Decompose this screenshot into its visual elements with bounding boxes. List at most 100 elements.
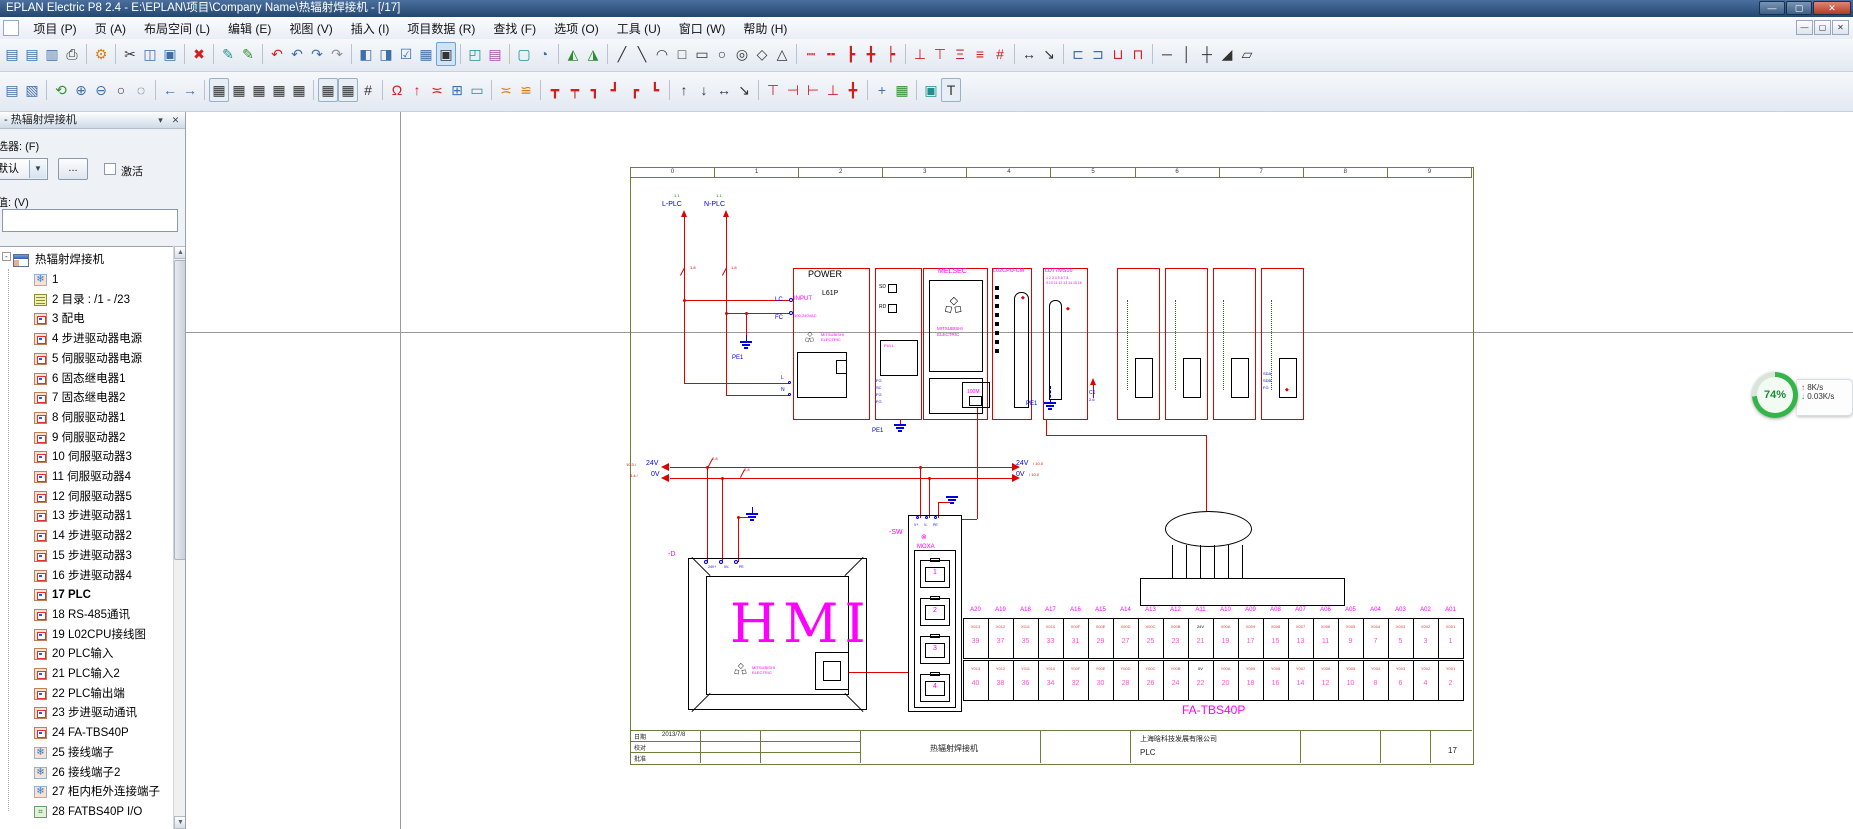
panel-collapse-icon[interactable]: ▾ — [154, 114, 167, 127]
tree-item-17[interactable]: 17 PLC — [0, 586, 172, 605]
chevron-down-icon[interactable]: ▼ — [29, 160, 46, 178]
panel-header[interactable]: - 热辐射焊接机 ▾ ✕ — [0, 112, 185, 129]
menu-item-1[interactable]: 项目 (P) — [24, 17, 85, 39]
filter-combobox[interactable]: 默认 ▼ — [0, 158, 48, 180]
value-input[interactable] — [2, 209, 178, 232]
tb2-icon-36[interactable]: ┏ — [625, 78, 645, 102]
tb1-icon-55[interactable]: Ξ — [950, 42, 970, 66]
tree-item-20[interactable]: 20 PLC输入 — [0, 645, 172, 664]
menu-item-4[interactable]: 编辑 (E) — [219, 17, 280, 39]
tb1-icon-6[interactable]: ⚙ — [91, 42, 111, 66]
tb1-icon-20[interactable]: ↷ — [327, 42, 347, 66]
tb1-icon-34[interactable]: ◭ — [563, 42, 583, 66]
tree-item-15[interactable]: 15 步进驱动器3 — [0, 547, 172, 566]
tb1-icon-60[interactable]: ↘ — [1039, 42, 1059, 66]
tree-item-9[interactable]: 9 伺服驱动器2 — [0, 429, 172, 448]
tree-item-14[interactable]: 14 步进驱动器2 — [0, 527, 172, 546]
tb2-icon-37[interactable]: ┗ — [645, 78, 665, 102]
tb2-icon-7[interactable]: ○ — [111, 78, 131, 102]
tb1-icon-47[interactable]: ┉ — [801, 42, 821, 66]
tb2-icon-54[interactable]: T — [941, 78, 961, 102]
tb1-icon-43[interactable]: ◎ — [732, 42, 752, 66]
tb1-icon-40[interactable]: □ — [672, 42, 692, 66]
tree-item-26[interactable]: ❄26 接线端子2 — [0, 764, 172, 783]
mdi-close-button[interactable]: ✕ — [1832, 20, 1849, 35]
tree-item-4[interactable]: 4 步进驱动器电源 — [0, 330, 172, 349]
page-tree[interactable]: 热辐射焊接机-❄12 目录 : /1 - /233 配电4 步进驱动器电源5 伺… — [0, 246, 186, 829]
tree-item-6[interactable]: 6 固态继电器1 — [0, 370, 172, 389]
tb1-icon-10[interactable]: ▣ — [160, 42, 180, 66]
tb1-icon-9[interactable]: ◫ — [140, 42, 160, 66]
tree-item-22[interactable]: 22 PLC输出端 — [0, 685, 172, 704]
tb2-icon-47[interactable]: ⊥ — [823, 78, 843, 102]
tree-item-12[interactable]: 12 伺服驱动器5 — [0, 488, 172, 507]
tb1-icon-57[interactable]: # — [990, 42, 1010, 66]
tree-item-10[interactable]: 10 伺服驱动器3 — [0, 448, 172, 467]
tree-item-27[interactable]: ❄27 柜内柜外连接端子 — [0, 783, 172, 802]
activate-checkbox[interactable] — [104, 163, 116, 175]
tb1-icon-38[interactable]: ╲ — [632, 42, 652, 66]
tb1-icon-50[interactable]: ╋ — [861, 42, 881, 66]
tb2-icon-6[interactable]: ⊖ — [91, 78, 111, 102]
tb1-icon-24[interactable]: ☑ — [396, 42, 416, 66]
tb2-icon-10[interactable]: ← — [160, 78, 180, 102]
tb2-icon-32[interactable]: ┳ — [545, 78, 565, 102]
tree-item-7[interactable]: 7 固态继电器2 — [0, 389, 172, 408]
tb2-icon-23[interactable]: Ω — [387, 78, 407, 102]
tb2-icon-5[interactable]: ⊕ — [71, 78, 91, 102]
tb1-icon-69[interactable]: ┼ — [1197, 42, 1217, 66]
tb1-icon-12[interactable]: ✖ — [189, 42, 209, 66]
tb1-icon-2[interactable]: ▤ — [22, 42, 42, 66]
tb1-icon-49[interactable]: ┣ — [841, 42, 861, 66]
title-bar[interactable]: EPLAN Electric P8 2.4 - E:\EPLAN\项目\Comp… — [0, 0, 1853, 17]
mdi-minimize-button[interactable]: — — [1796, 20, 1813, 35]
close-button[interactable]: ✕ — [1813, 1, 1851, 15]
tb2-icon-20[interactable]: ▦ — [338, 78, 358, 102]
tb1-icon-1[interactable]: ▤ — [2, 42, 22, 66]
tree-item-13[interactable]: 13 步进驱动器1 — [0, 507, 172, 526]
tb1-icon-44[interactable]: ◇ — [752, 42, 772, 66]
tb2-icon-35[interactable]: ┛ — [605, 78, 625, 102]
tb2-icon-29[interactable]: ≍ — [496, 78, 516, 102]
tree-item-16[interactable]: 16 步进驱动器4 — [0, 567, 172, 586]
tb1-icon-31[interactable]: ▢ — [514, 42, 534, 66]
menu-item-5[interactable]: 视图 (V) — [280, 17, 341, 39]
tree-item-3[interactable]: 3 配电 — [0, 310, 172, 329]
tb1-icon-42[interactable]: ○ — [712, 42, 732, 66]
menu-item-8[interactable]: 查找 (F) — [484, 17, 545, 39]
tree-root[interactable]: 热辐射焊接机 — [0, 251, 172, 270]
tb2-icon-34[interactable]: ┓ — [585, 78, 605, 102]
tb2-icon-21[interactable]: # — [358, 78, 378, 102]
tb1-icon-59[interactable]: ↔ — [1019, 42, 1039, 66]
schematic-canvas[interactable] — [186, 112, 1853, 829]
tb1-icon-65[interactable]: ⊓ — [1128, 42, 1148, 66]
tb2-icon-27[interactable]: ▭ — [467, 78, 487, 102]
tb1-icon-26[interactable]: ▣ — [436, 42, 456, 66]
tb2-icon-15[interactable]: ▦ — [249, 78, 269, 102]
tree-item-1[interactable]: ❄1 — [0, 271, 172, 290]
tb2-icon-42[interactable]: ↘ — [734, 78, 754, 102]
tb2-icon-33[interactable]: ┯ — [565, 78, 585, 102]
tb1-icon-39[interactable]: ◠ — [652, 42, 672, 66]
tb2-icon-50[interactable]: + — [872, 78, 892, 102]
tb2-icon-14[interactable]: ▦ — [229, 78, 249, 102]
tb2-icon-44[interactable]: ⊤ — [763, 78, 783, 102]
menu-item-2[interactable]: 页 (A) — [86, 17, 135, 39]
tree-item-19[interactable]: 19 L02CPU接线图 — [0, 626, 172, 645]
tree-item-23[interactable]: 23 步进驱动通讯 — [0, 704, 172, 723]
tb1-icon-28[interactable]: ◰ — [465, 42, 485, 66]
scroll-down-icon[interactable]: ▼ — [174, 816, 186, 829]
tb2-icon-16[interactable]: ▦ — [269, 78, 289, 102]
tree-item-28[interactable]: ⌗28 FATBS40P I/O — [0, 803, 172, 822]
tb2-icon-2[interactable]: ▧ — [22, 78, 42, 102]
tb2-icon-24[interactable]: ↑ — [407, 78, 427, 102]
scroll-up-icon[interactable]: ▲ — [174, 246, 186, 259]
memory-usage-badge[interactable]: 74% — [1752, 372, 1798, 418]
tb1-icon-56[interactable]: ≡ — [970, 42, 990, 66]
tb2-icon-1[interactable]: ▤ — [2, 78, 22, 102]
menu-item-9[interactable]: 选项 (O) — [545, 17, 608, 39]
tb2-icon-17[interactable]: ▦ — [289, 78, 309, 102]
tb1-icon-8[interactable]: ✂ — [120, 42, 140, 66]
tb1-icon-37[interactable]: ╱ — [612, 42, 632, 66]
tb1-icon-15[interactable]: ✎ — [238, 42, 258, 66]
